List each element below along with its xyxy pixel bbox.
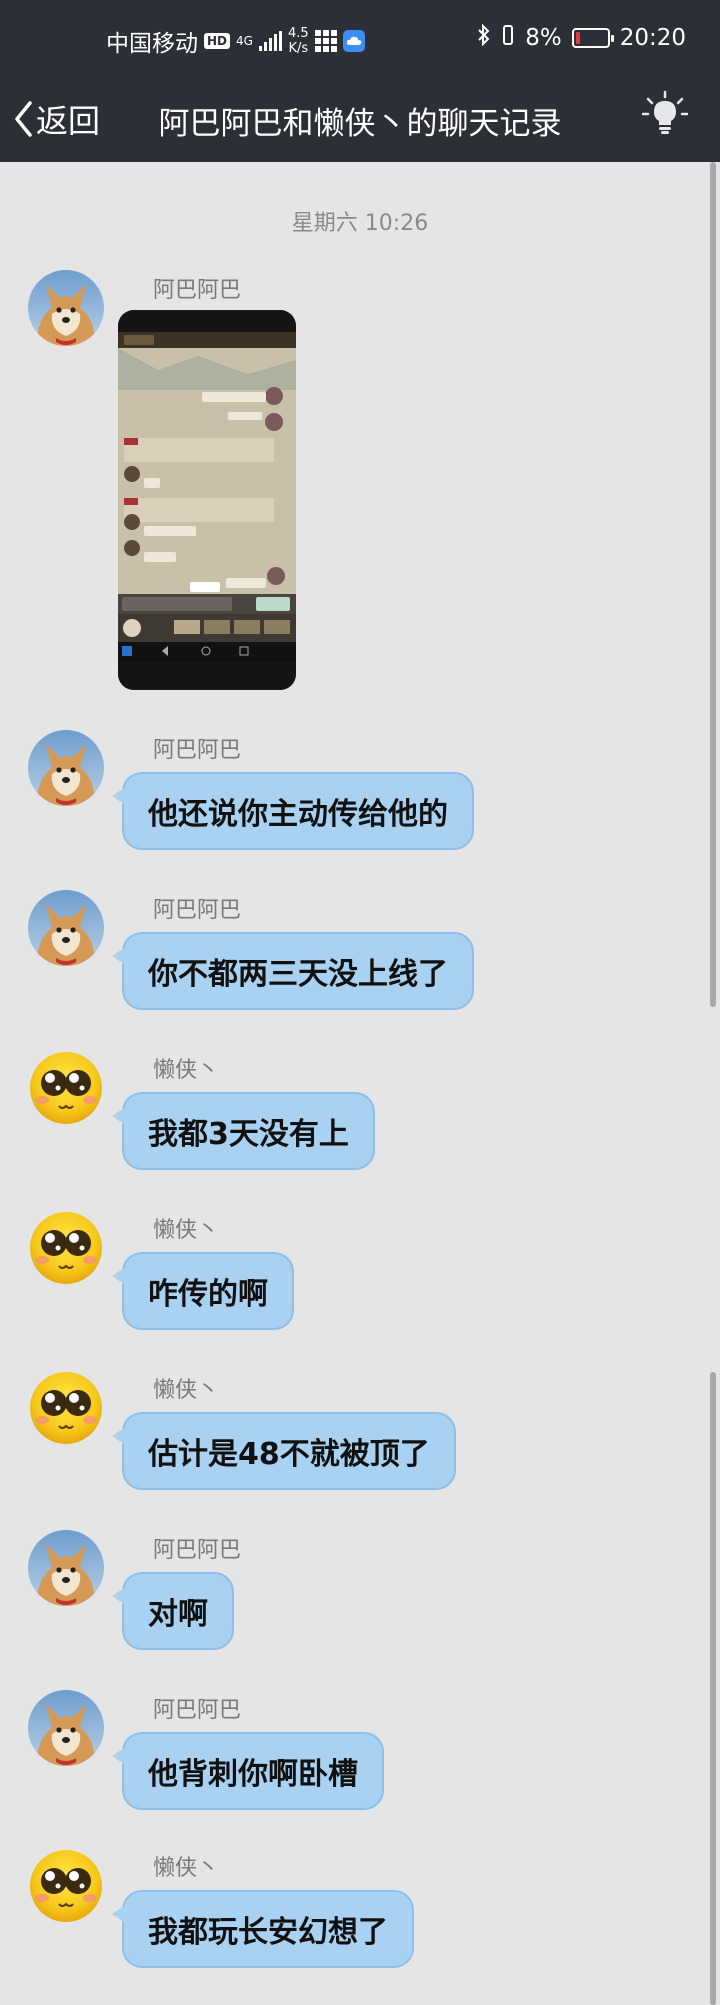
sender-name: 阿巴阿巴	[153, 1698, 242, 1723]
blushing-emoji-avatar[interactable]	[28, 1050, 104, 1126]
blushing-emoji-avatar[interactable]	[28, 1210, 104, 1286]
sender-name: 阿巴阿巴	[153, 278, 242, 303]
signal-bars-icon	[258, 31, 282, 51]
battery-icon	[571, 28, 614, 48]
page-title: 阿巴阿巴和懒侠丶的聊天记录	[158, 106, 562, 142]
cloud-icon	[342, 30, 365, 52]
message-bubble[interactable]: 我都玩长安幻想了	[112, 1890, 414, 1968]
hd-badge: HD	[204, 33, 231, 49]
speed-value: 4.5	[287, 26, 309, 41]
shared-screenshot-image[interactable]	[118, 310, 296, 690]
network-speed: 4.5 K/s	[288, 26, 309, 56]
message-bubble[interactable]: 估计是48不就被顶了	[112, 1412, 456, 1490]
shiba-dog-avatar[interactable]	[28, 270, 104, 346]
message-bubble[interactable]: 我都3天没有上	[112, 1092, 375, 1170]
shiba-dog-avatar[interactable]	[28, 1530, 104, 1606]
shiba-dog-avatar[interactable]	[28, 730, 104, 806]
sender-name: 阿巴阿巴	[153, 1538, 242, 1563]
app-grid-icon	[314, 30, 337, 52]
blushing-emoji-avatar[interactable]	[28, 1848, 104, 1924]
speed-unit: K/s	[288, 41, 309, 56]
message-bubble[interactable]: 对啊	[112, 1572, 234, 1650]
sender-name: 懒侠丶	[153, 1218, 220, 1243]
sender-name: 懒侠丶	[153, 1058, 220, 1083]
blushing-emoji-avatar[interactable]	[28, 1370, 104, 1446]
network-tag: 4G	[236, 34, 253, 48]
sender-name: 阿巴阿巴	[153, 898, 242, 923]
battery-percent: 8%	[525, 25, 562, 51]
message-bubble[interactable]: 他还说你主动传给他的	[112, 772, 474, 850]
message-bubble[interactable]: 咋传的啊	[112, 1252, 294, 1330]
message-bubble[interactable]: 你不都两三天没上线了	[112, 932, 474, 1010]
sender-name: 懒侠丶	[153, 1856, 220, 1881]
top-bar: 中国移动 HD 4G 4.5 K/s 8% 20:20 返回 阿巴阿巴和懒侠丶的…	[0, 0, 720, 162]
scrollbar-thumb[interactable]	[710, 162, 716, 1007]
status-bar: 中国移动 HD 4G 4.5 K/s 8% 20:20	[0, 0, 720, 70]
vibrate-icon	[501, 24, 515, 52]
shiba-dog-avatar[interactable]	[28, 890, 104, 966]
chat-header: 返回 阿巴阿巴和懒侠丶的聊天记录	[0, 70, 720, 162]
message-bubble[interactable]: 他背刺你啊卧槽	[112, 1732, 384, 1810]
shiba-dog-avatar[interactable]	[28, 1690, 104, 1766]
lightbulb-icon[interactable]	[641, 90, 689, 140]
clock: 20:20	[619, 25, 686, 51]
sender-name: 懒侠丶	[153, 1378, 220, 1403]
sender-name: 阿巴阿巴	[153, 738, 242, 763]
scrollbar-thumb-lower[interactable]	[710, 1372, 716, 2005]
carrier-label: 中国移动	[106, 31, 198, 57]
message-timestamp: 星期六 10:26	[291, 211, 429, 236]
bluetooth-icon	[477, 23, 491, 52]
